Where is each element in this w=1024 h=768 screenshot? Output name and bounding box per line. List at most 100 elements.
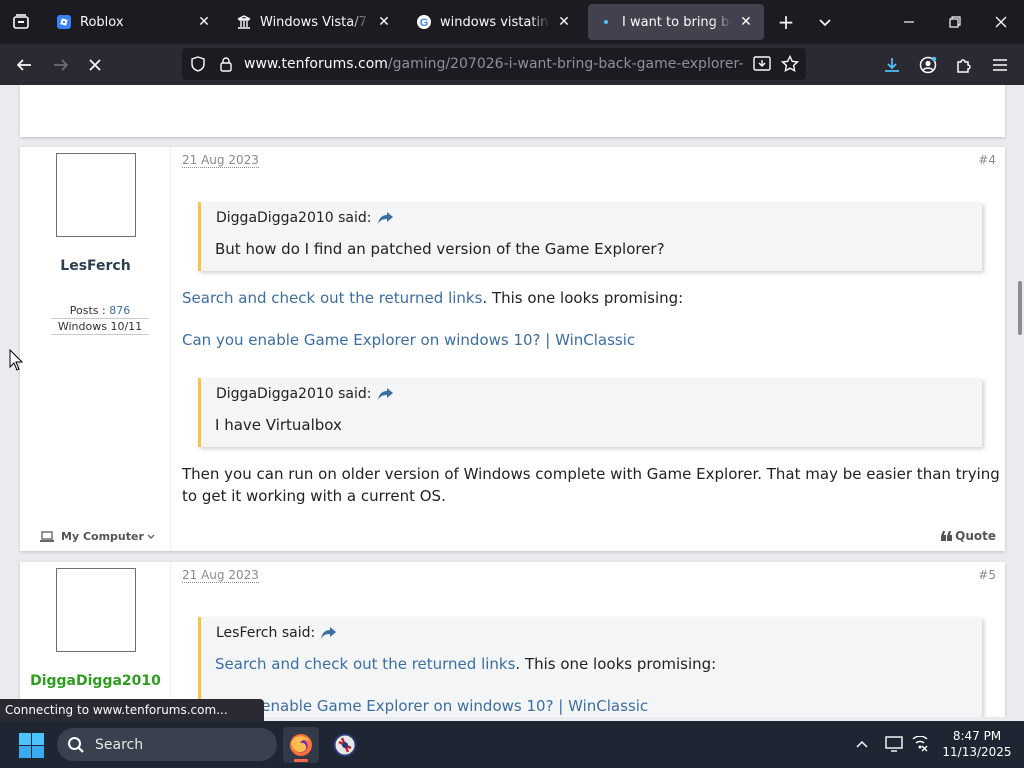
quote-text: u enable Game Explorer on windows 10? | …	[247, 697, 648, 715]
restore-icon	[949, 16, 961, 28]
tab-overview-button[interactable]	[0, 0, 42, 44]
bookmark-star-icon[interactable]	[780, 54, 800, 74]
close-icon[interactable]: ✕	[556, 14, 572, 30]
download-icon	[885, 58, 899, 72]
post-number-link[interactable]: #5	[978, 568, 996, 582]
post-paragraph: Then you can run on older version of Win…	[182, 465, 1000, 505]
back-button[interactable]	[9, 50, 39, 80]
tab-game-explorer[interactable]: Windows Vista/7 Game Explorer ✕	[226, 4, 402, 40]
my-computer-toggle[interactable]: My Computer	[40, 530, 155, 543]
taskbar-search-box[interactable]: Search	[57, 728, 277, 761]
forum-post: DiggaDigga2010 21 Aug 2023 #5 LesFerch s…	[20, 562, 1005, 717]
tab-title: I want to bring back Game Explorer	[622, 14, 732, 30]
url-text[interactable]: www.tenforums.com/gaming/207026-i-want-b…	[244, 48, 744, 80]
tab-tenforums-active[interactable]: I want to bring back Game Explorer ✕	[588, 4, 764, 40]
arrow-right-icon	[54, 59, 69, 71]
account-button[interactable]	[913, 50, 943, 80]
tab-title: Windows Vista/7 Game Explorer	[260, 14, 370, 30]
puzzle-icon	[957, 59, 971, 73]
minimize-button[interactable]	[886, 0, 932, 44]
post-text-line: Can you enable Game Explorer on windows …	[182, 329, 635, 351]
navigation-toolbar: www.tenforums.com/gaming/207026-i-want-b…	[0, 44, 1024, 85]
shield-icon[interactable]	[188, 54, 208, 74]
svg-text:G: G	[420, 17, 429, 29]
show-hidden-icons-button[interactable]	[851, 733, 873, 755]
arrow-left-icon	[16, 59, 31, 71]
mouse-cursor-icon	[9, 349, 23, 371]
reader-view-icon[interactable]	[752, 54, 772, 74]
extensions-button[interactable]	[949, 50, 979, 80]
avatar[interactable]	[56, 568, 136, 652]
monitor-icon	[885, 736, 903, 752]
restore-button[interactable]	[932, 0, 978, 44]
taskbar-clock[interactable]: 8:47 PM 11/13/2025	[940, 728, 1014, 760]
url-path: /gaming/207026-i-want-bring-back-game-ex…	[387, 56, 744, 72]
post-date[interactable]: 21 Aug 2023	[182, 153, 259, 168]
loading-dot-icon	[598, 14, 614, 30]
tab-roblox[interactable]: Roblox ✕	[46, 4, 222, 40]
user-info-pane: LesFerch Posts : 876 Windows 10/11 My Co…	[20, 147, 171, 551]
user-os: Windows 10/11	[51, 319, 149, 335]
username[interactable]: DiggaDigga2010	[20, 673, 171, 689]
search-icon	[67, 736, 85, 754]
menu-button[interactable]	[985, 50, 1015, 80]
close-icon[interactable]: ✕	[376, 14, 392, 30]
quote-text: I have Virtualbox	[215, 416, 342, 434]
quote-text: But how do I find an patched version of …	[215, 240, 665, 258]
downloads-button[interactable]	[877, 50, 907, 80]
quote-button[interactable]: Quote	[941, 529, 996, 543]
chevron-down-icon	[147, 534, 155, 539]
avatar[interactable]	[56, 153, 136, 237]
list-all-tabs-button[interactable]	[811, 8, 839, 36]
search-link[interactable]: Search and check out the returned links	[182, 289, 482, 307]
lock-icon[interactable]	[216, 54, 236, 74]
taskbar-firefox[interactable]	[283, 727, 319, 763]
page-content[interactable]: LesFerch Posts : 876 Windows 10/11 My Co…	[0, 85, 1024, 717]
tab-google-search[interactable]: G windows vistatinker ink ✕	[406, 4, 582, 40]
new-tab-button[interactable]: +	[772, 8, 800, 36]
active-app-indicator	[294, 759, 308, 762]
close-window-button[interactable]	[978, 0, 1024, 44]
forward-button[interactable]	[46, 50, 76, 80]
username[interactable]: LesFerch	[20, 258, 171, 274]
post-number-link[interactable]: #4	[978, 153, 996, 167]
laptop-icon	[40, 530, 54, 542]
minimize-icon	[904, 21, 914, 23]
previous-post-bottom	[20, 85, 1005, 137]
network-disconnected-icon	[912, 736, 928, 752]
clock-date: 11/13/2025	[942, 745, 1012, 759]
chevron-down-icon	[819, 19, 831, 27]
clock-time: 8:47 PM	[952, 729, 1002, 743]
post-date[interactable]: 21 Aug 2023	[182, 568, 259, 583]
close-icon	[89, 59, 101, 71]
desktop-switch-button[interactable]	[883, 733, 905, 755]
close-icon	[995, 16, 1007, 28]
search-label: Search	[95, 736, 144, 753]
post-text-line: Search and check out the returned links.…	[182, 289, 684, 307]
forum-post: LesFerch Posts : 876 Windows 10/11 My Co…	[20, 147, 1005, 551]
network-button[interactable]	[909, 733, 931, 755]
address-bar[interactable]: www.tenforums.com/gaming/207026-i-want-b…	[182, 48, 806, 80]
taskbar-roblox[interactable]	[327, 727, 363, 763]
hamburger-icon	[993, 59, 1007, 71]
quote-block: DiggaDigga2010 said: I have Virtualbox	[198, 378, 982, 447]
close-icon[interactable]: ✕	[738, 14, 754, 30]
roblox-studio-icon	[333, 733, 357, 757]
quote-header: DiggaDigga2010 said:	[216, 210, 393, 226]
share-arrow-icon[interactable]	[377, 388, 393, 400]
windows-start-icon[interactable]	[19, 733, 44, 758]
user-info-pane: DiggaDigga2010	[20, 562, 171, 717]
winclassic-link[interactable]: Can you enable Game Explorer on windows …	[182, 331, 635, 349]
url-domain: www.tenforums.com	[244, 56, 388, 72]
winclassic-link[interactable]: u enable Game Explorer on windows 10? | …	[247, 697, 648, 715]
share-arrow-icon[interactable]	[321, 627, 337, 639]
share-arrow-icon[interactable]	[377, 212, 393, 224]
user-stats: Posts : 876 Windows 10/11	[51, 303, 149, 335]
search-link[interactable]: Search and check out the returned links	[215, 655, 515, 673]
close-icon[interactable]: ✕	[196, 14, 212, 30]
stop-loading-button[interactable]	[80, 50, 110, 80]
quote-header: LesFerch said:	[216, 625, 337, 641]
roblox-icon	[56, 14, 72, 30]
quote-author: DiggaDigga2010 said:	[216, 386, 372, 402]
scrollbar-thumb[interactable]	[1018, 281, 1022, 335]
